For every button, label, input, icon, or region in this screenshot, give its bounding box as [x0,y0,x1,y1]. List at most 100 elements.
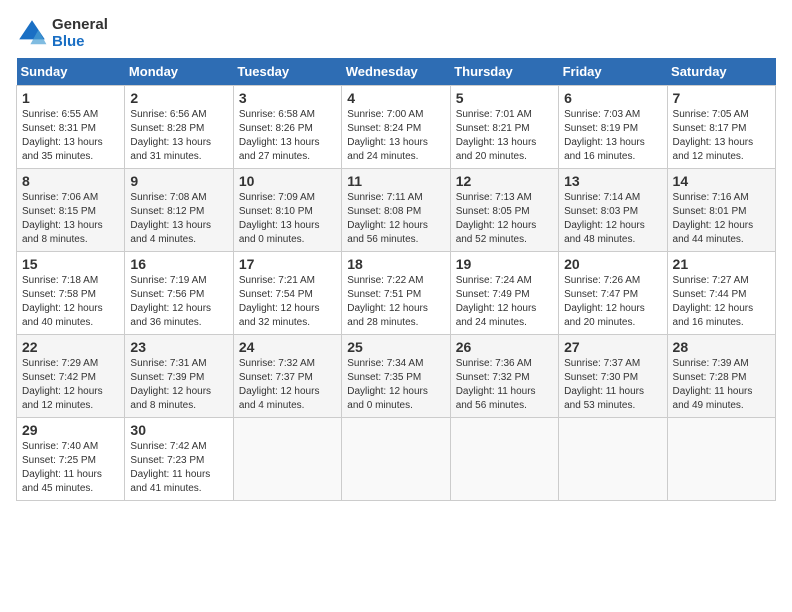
day-info: Sunrise: 7:00 AM Sunset: 8:24 PM Dayligh… [347,108,444,164]
day-number: 29 [22,422,119,438]
logo-icon [16,17,48,49]
logo-text: General Blue [52,16,108,50]
day-info: Sunrise: 7:29 AM Sunset: 7:42 PM Dayligh… [22,357,119,413]
day-info: Sunrise: 6:55 AM Sunset: 8:31 PM Dayligh… [22,108,119,164]
day-info: Sunrise: 7:37 AM Sunset: 7:30 PM Dayligh… [564,357,661,413]
day-cell: 14Sunrise: 7:16 AM Sunset: 8:01 PM Dayli… [667,169,775,252]
day-cell: 4 Sunrise: 7:00 AM Sunset: 8:24 PM Daylig… [342,86,450,169]
day-header-tuesday: Tuesday [233,58,341,86]
day-cell: 2 Sunrise: 6:56 AM Sunset: 8:28 PM Daylig… [125,86,233,169]
day-number: 10 [239,173,336,189]
day-cell: 6Sunrise: 7:03 AM Sunset: 8:19 PM Daylig… [559,86,667,169]
day-cell: 3 Sunrise: 6:58 AM Sunset: 8:26 PM Daylig… [233,86,341,169]
day-info: Sunrise: 7:39 AM Sunset: 7:28 PM Dayligh… [673,357,770,413]
day-info: Sunrise: 7:08 AM Sunset: 8:12 PM Dayligh… [130,191,227,247]
week-row-2: 8 Sunrise: 7:06 AM Sunset: 8:15 PM Daylig… [17,169,776,252]
day-cell: 15 Sunrise: 7:18 AM Sunset: 7:58 PM Dayli… [17,252,125,335]
day-header-wednesday: Wednesday [342,58,450,86]
day-number: 7 [673,90,770,106]
day-cell [559,418,667,501]
day-cell: 1 Sunrise: 6:55 AM Sunset: 8:31 PM Daylig… [17,86,125,169]
day-info: Sunrise: 7:34 AM Sunset: 7:35 PM Dayligh… [347,357,444,413]
day-number: 3 [239,90,336,106]
day-cell: 11 Sunrise: 7:11 AM Sunset: 8:08 PM Dayli… [342,169,450,252]
calendar-table: SundayMondayTuesdayWednesdayThursdayFrid… [16,58,776,501]
day-number: 13 [564,173,661,189]
day-cell [233,418,341,501]
day-cell: 8 Sunrise: 7:06 AM Sunset: 8:15 PM Daylig… [17,169,125,252]
day-cell: 20 Sunrise: 7:26 AM Sunset: 7:47 PM Dayli… [559,252,667,335]
day-header-friday: Friday [559,58,667,86]
day-cell: 5 Sunrise: 7:01 AM Sunset: 8:21 PM Daylig… [450,86,558,169]
week-row-3: 15 Sunrise: 7:18 AM Sunset: 7:58 PM Dayli… [17,252,776,335]
day-number: 17 [239,256,336,272]
day-number: 28 [673,339,770,355]
day-info: Sunrise: 7:05 AM Sunset: 8:17 PM Dayligh… [673,108,770,164]
day-number: 8 [22,173,119,189]
day-number: 20 [564,256,661,272]
logo: General Blue [16,16,108,50]
day-cell: 29 Sunrise: 7:40 AM Sunset: 7:25 PM Dayli… [17,418,125,501]
day-number: 12 [456,173,553,189]
day-number: 4 [347,90,444,106]
day-cell: 30 Sunrise: 7:42 AM Sunset: 7:23 PM Dayli… [125,418,233,501]
day-cell: 19Sunrise: 7:24 AM Sunset: 7:49 PM Dayli… [450,252,558,335]
day-info: Sunrise: 7:06 AM Sunset: 8:15 PM Dayligh… [22,191,119,247]
day-number: 11 [347,173,444,189]
day-number: 18 [347,256,444,272]
day-number: 24 [239,339,336,355]
day-info: Sunrise: 7:01 AM Sunset: 8:21 PM Dayligh… [456,108,553,164]
day-number: 16 [130,256,227,272]
day-cell: 10 Sunrise: 7:09 AM Sunset: 8:10 PM Dayli… [233,169,341,252]
day-info: Sunrise: 7:24 AM Sunset: 7:49 PM Dayligh… [456,274,553,330]
day-cell [342,418,450,501]
day-cell: 18Sunrise: 7:22 AM Sunset: 7:51 PM Dayli… [342,252,450,335]
day-number: 23 [130,339,227,355]
day-cell: 24 Sunrise: 7:32 AM Sunset: 7:37 PM Dayli… [233,335,341,418]
day-cell [667,418,775,501]
day-number: 22 [22,339,119,355]
day-number: 15 [22,256,119,272]
day-cell [450,418,558,501]
day-info: Sunrise: 7:36 AM Sunset: 7:32 PM Dayligh… [456,357,553,413]
day-cell: 26 Sunrise: 7:36 AM Sunset: 7:32 PM Dayli… [450,335,558,418]
day-number: 2 [130,90,227,106]
day-cell: 27 Sunrise: 7:37 AM Sunset: 7:30 PM Dayli… [559,335,667,418]
day-cell: 17Sunrise: 7:21 AM Sunset: 7:54 PM Dayli… [233,252,341,335]
day-number: 21 [673,256,770,272]
week-row-5: 29 Sunrise: 7:40 AM Sunset: 7:25 PM Dayli… [17,418,776,501]
day-info: Sunrise: 7:40 AM Sunset: 7:25 PM Dayligh… [22,440,119,496]
day-cell: 23 Sunrise: 7:31 AM Sunset: 7:39 PM Dayli… [125,335,233,418]
header: General Blue [16,16,776,50]
day-info: Sunrise: 7:19 AM Sunset: 7:56 PM Dayligh… [130,274,227,330]
day-number: 1 [22,90,119,106]
day-info: Sunrise: 7:09 AM Sunset: 8:10 PM Dayligh… [239,191,336,247]
day-cell: 21 Sunrise: 7:27 AM Sunset: 7:44 PM Dayli… [667,252,775,335]
header-row: SundayMondayTuesdayWednesdayThursdayFrid… [17,58,776,86]
day-info: Sunrise: 7:32 AM Sunset: 7:37 PM Dayligh… [239,357,336,413]
day-info: Sunrise: 7:18 AM Sunset: 7:58 PM Dayligh… [22,274,119,330]
day-number: 30 [130,422,227,438]
week-row-4: 22 Sunrise: 7:29 AM Sunset: 7:42 PM Dayli… [17,335,776,418]
day-cell: 22 Sunrise: 7:29 AM Sunset: 7:42 PM Dayli… [17,335,125,418]
day-info: Sunrise: 7:31 AM Sunset: 7:39 PM Dayligh… [130,357,227,413]
day-info: Sunrise: 6:56 AM Sunset: 8:28 PM Dayligh… [130,108,227,164]
day-cell: 13Sunrise: 7:14 AM Sunset: 8:03 PM Dayli… [559,169,667,252]
day-cell: 7 Sunrise: 7:05 AM Sunset: 8:17 PM Daylig… [667,86,775,169]
day-number: 26 [456,339,553,355]
day-header-monday: Monday [125,58,233,86]
day-info: Sunrise: 7:42 AM Sunset: 7:23 PM Dayligh… [130,440,227,496]
day-number: 27 [564,339,661,355]
day-info: Sunrise: 7:13 AM Sunset: 8:05 PM Dayligh… [456,191,553,247]
day-cell: 9Sunrise: 7:08 AM Sunset: 8:12 PM Daylig… [125,169,233,252]
day-header-saturday: Saturday [667,58,775,86]
day-info: Sunrise: 7:27 AM Sunset: 7:44 PM Dayligh… [673,274,770,330]
day-info: Sunrise: 7:16 AM Sunset: 8:01 PM Dayligh… [673,191,770,247]
day-number: 5 [456,90,553,106]
day-cell: 25 Sunrise: 7:34 AM Sunset: 7:35 PM Dayli… [342,335,450,418]
day-info: Sunrise: 6:58 AM Sunset: 8:26 PM Dayligh… [239,108,336,164]
day-info: Sunrise: 7:26 AM Sunset: 7:47 PM Dayligh… [564,274,661,330]
day-number: 6 [564,90,661,106]
day-info: Sunrise: 7:11 AM Sunset: 8:08 PM Dayligh… [347,191,444,247]
day-number: 25 [347,339,444,355]
